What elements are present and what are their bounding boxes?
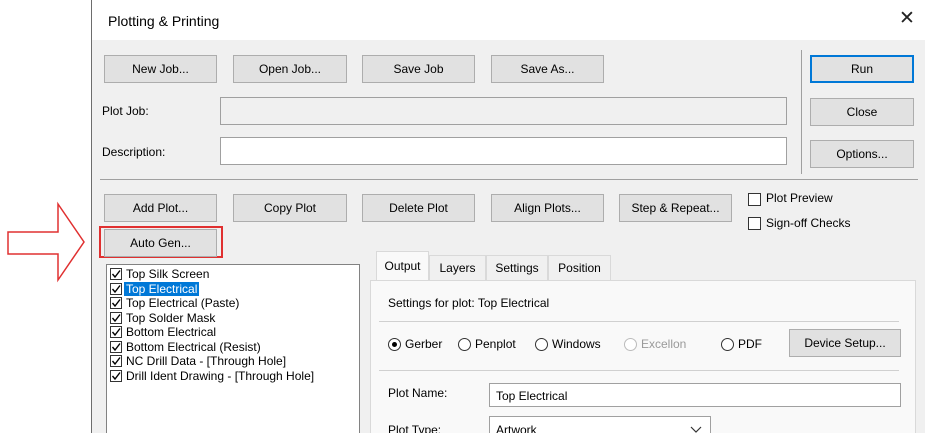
chevron-down-icon — [690, 426, 702, 433]
run-button[interactable]: Run — [810, 55, 914, 83]
plot-preview-checkbox[interactable] — [748, 193, 761, 206]
description-field[interactable] — [220, 137, 787, 165]
checkbox-icon[interactable] — [110, 340, 122, 353]
plot-type-label: Plot Type: — [388, 423, 442, 433]
dialog-title: Plotting & Printing — [108, 13, 220, 29]
list-item-label: Top Electrical (Paste) — [126, 296, 240, 310]
checkbox-icon[interactable] — [110, 355, 122, 367]
checkbox-icon[interactable] — [110, 311, 122, 324]
plotting-printing-dialog: Plotting & Printing ✕ New Job... Open Jo… — [91, 0, 925, 433]
excellon-label: Excellon — [641, 337, 687, 351]
auto-gen-button[interactable]: Auto Gen... — [104, 229, 217, 257]
checkbox-icon[interactable] — [110, 282, 122, 295]
excellon-radio — [624, 338, 637, 351]
checkbox-icon[interactable] — [110, 268, 122, 280]
description-label: Description: — [102, 145, 166, 159]
annotation-arrow-icon — [7, 201, 85, 283]
plot-name-label: Plot Name: — [388, 386, 448, 400]
delete-plot-button[interactable]: Delete Plot — [362, 194, 475, 222]
settings-heading: Settings for plot: Top Electrical — [388, 296, 550, 310]
device-setup-button[interactable]: Device Setup... — [789, 329, 901, 357]
new-job-button[interactable]: New Job... — [104, 55, 217, 83]
list-item-label: Bottom Electrical (Resist) — [126, 339, 261, 354]
plot-job-label: Plot Job: — [102, 104, 149, 118]
tab-layers[interactable]: Layers — [429, 255, 486, 281]
plot-list[interactable]: Top Silk Screen Top Electrical Top Electri… — [106, 264, 360, 433]
close-button[interactable]: Close — [810, 98, 914, 126]
title-bar: Plotting & Printing ✕ — [92, 0, 925, 40]
plot-preview-label: Plot Preview — [766, 191, 833, 205]
plot-type-select[interactable]: Artwork — [489, 416, 711, 433]
panel-divider-2 — [379, 370, 899, 371]
signoff-checks-label: Sign-off Checks — [766, 216, 851, 230]
plot-type-value: Artwork — [496, 423, 537, 433]
checkbox-icon[interactable] — [110, 297, 122, 309]
windows-radio[interactable] — [535, 338, 548, 351]
add-plot-button[interactable]: Add Plot... — [104, 194, 217, 222]
list-item-label: Bottom Electrical — [126, 325, 217, 339]
windows-label: Windows — [552, 337, 601, 351]
horizontal-divider — [100, 179, 918, 180]
plot-name-input[interactable]: Top Electrical — [489, 383, 901, 407]
pdf-label: PDF — [738, 337, 762, 351]
step-repeat-button[interactable]: Step & Repeat... — [619, 194, 732, 222]
vertical-divider — [801, 50, 802, 174]
pdf-radio[interactable] — [721, 338, 734, 351]
save-job-button[interactable]: Save Job — [362, 55, 475, 83]
align-plots-button[interactable]: Align Plots... — [491, 194, 604, 222]
penplot-radio[interactable] — [458, 338, 471, 351]
gerber-radio[interactable] — [388, 338, 401, 351]
copy-plot-button[interactable]: Copy Plot — [233, 194, 347, 222]
plot-job-field[interactable] — [220, 97, 787, 125]
save-as-button[interactable]: Save As... — [491, 55, 604, 83]
close-icon[interactable]: ✕ — [896, 8, 918, 30]
list-item-label: NC Drill Data - [Through Hole] — [126, 354, 287, 368]
open-job-button[interactable]: Open Job... — [233, 55, 347, 83]
tab-settings[interactable]: Settings — [486, 255, 548, 281]
list-item-label: Top Solder Mask — [126, 310, 216, 325]
signoff-checks-checkbox[interactable] — [748, 217, 761, 230]
output-tab-panel: Settings for plot: Top Electrical Gerber… — [370, 280, 916, 433]
list-item-label: Top Silk Screen — [126, 267, 210, 281]
panel-divider — [379, 321, 899, 322]
tab-position[interactable]: Position — [548, 255, 611, 281]
penplot-label: Penplot — [475, 337, 516, 351]
list-item-label: Top Electrical — [124, 281, 200, 296]
checkbox-icon[interactable] — [110, 369, 122, 382]
list-item-label: Drill Ident Drawing - [Through Hole] — [126, 368, 315, 383]
options-button[interactable]: Options... — [810, 140, 914, 168]
gerber-label: Gerber — [405, 337, 443, 351]
tab-output[interactable]: Output — [376, 251, 429, 281]
checkbox-icon[interactable] — [110, 326, 122, 338]
